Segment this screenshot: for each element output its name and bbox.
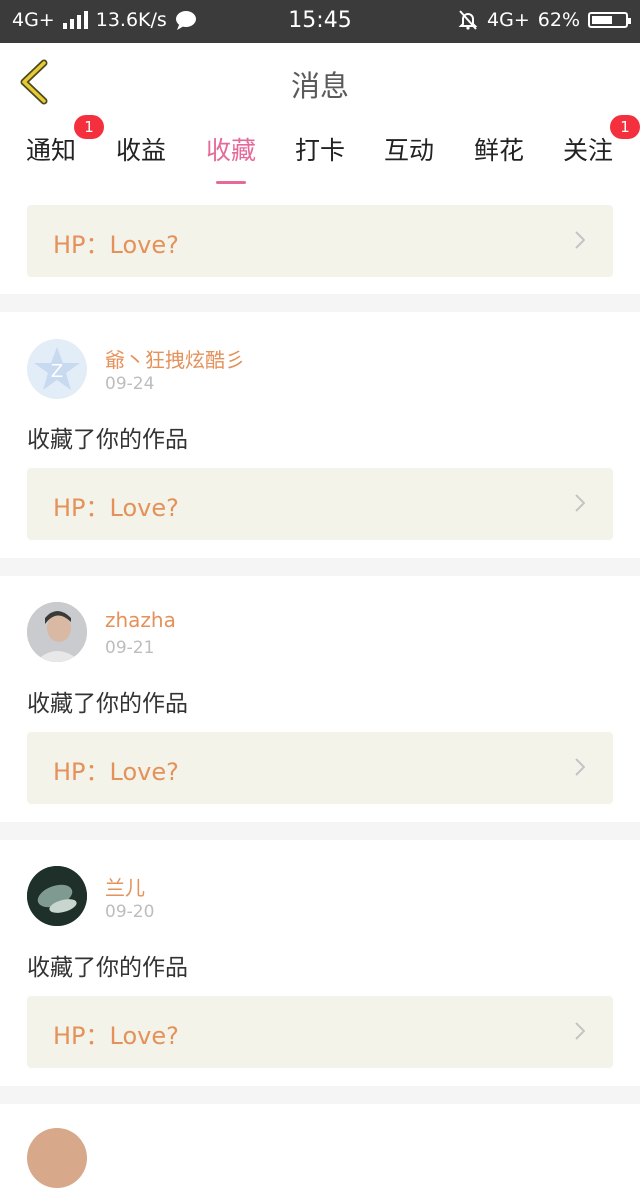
tab-label: 通知 (25, 136, 76, 165)
user-name[interactable]: 爺丶狂拽炫酷彡 (105, 344, 245, 373)
tab-label: 打卡 (294, 136, 345, 165)
section-divider (0, 822, 640, 840)
activity-text: 收藏了你的作品 (27, 691, 188, 717)
tab-notify-badge: 1 (74, 115, 104, 139)
avatar[interactable] (27, 1128, 87, 1188)
active-tab-indicator (216, 181, 246, 184)
tab-checkin[interactable]: 打卡 (285, 131, 355, 167)
tab-interaction[interactable]: 互动 (374, 131, 444, 167)
section-divider (0, 294, 640, 312)
status-right: 4G+ 62% (457, 9, 631, 31)
tab-earnings[interactable]: 收益 (106, 131, 176, 167)
post-date: 09-21 (105, 638, 155, 658)
activity-text: 收藏了你的作品 (27, 955, 188, 981)
post-date: 09-24 (105, 374, 155, 394)
tab-follow-badge: 1 (610, 115, 640, 139)
page-title: 消息 (290, 69, 349, 103)
tab-follow[interactable]: 关注 (553, 131, 623, 167)
work-link-card[interactable]: HP：Love? (27, 996, 613, 1068)
user-photo (27, 602, 87, 662)
svg-text:Z: Z (51, 361, 63, 382)
tab-flowers[interactable]: 鲜花 (464, 131, 534, 167)
avatar[interactable] (27, 866, 87, 926)
post-date: 09-20 (105, 902, 155, 922)
avatar[interactable] (27, 602, 87, 662)
tab-label: 互动 (383, 136, 434, 165)
chevron-right-icon (575, 494, 585, 512)
work-title: HP：Love? (53, 758, 179, 786)
default-avatar-icon: Z (34, 347, 80, 390)
tab-label: 关注 (562, 136, 613, 165)
message-tabs: 通知 1 收益 收藏 打卡 互动 鲜花 关注 1 (0, 115, 640, 184)
section-divider (0, 1086, 640, 1104)
user-name[interactable]: 兰儿 (105, 872, 145, 901)
activity-text: 收藏了你的作品 (27, 427, 188, 453)
section-divider (0, 558, 640, 576)
battery-icon (588, 12, 631, 28)
tab-favorites[interactable]: 收藏 (196, 131, 266, 184)
tab-label: 收益 (115, 136, 166, 165)
chevron-right-icon (575, 1022, 585, 1040)
chevron-right-icon (575, 758, 585, 776)
nav-header: 消息 (0, 43, 640, 122)
battery-percent: 62% (537, 9, 580, 31)
work-link-card[interactable]: HP：Love? (27, 468, 613, 540)
network-type-right: 4G+ (487, 9, 530, 31)
avatar[interactable]: Z (27, 339, 87, 399)
user-photo (27, 866, 87, 926)
status-bar: 4G+ 13.6K/s 15:45 4G+ 62% (0, 0, 640, 43)
chevron-right-icon (575, 231, 585, 249)
user-name[interactable]: zhazha (105, 608, 176, 632)
work-link-card[interactable]: HP：Love? (27, 732, 613, 804)
work-title: HP：Love? (53, 1022, 179, 1050)
work-title: HP：Love? (53, 231, 179, 259)
work-title: HP：Love? (53, 494, 179, 522)
tab-label: 收藏 (205, 136, 256, 165)
work-link-card[interactable]: HP：Love? (27, 205, 613, 277)
tab-label: 鲜花 (473, 136, 524, 165)
tab-notify[interactable]: 通知 (16, 131, 86, 167)
mute-bell-icon (458, 10, 478, 30)
